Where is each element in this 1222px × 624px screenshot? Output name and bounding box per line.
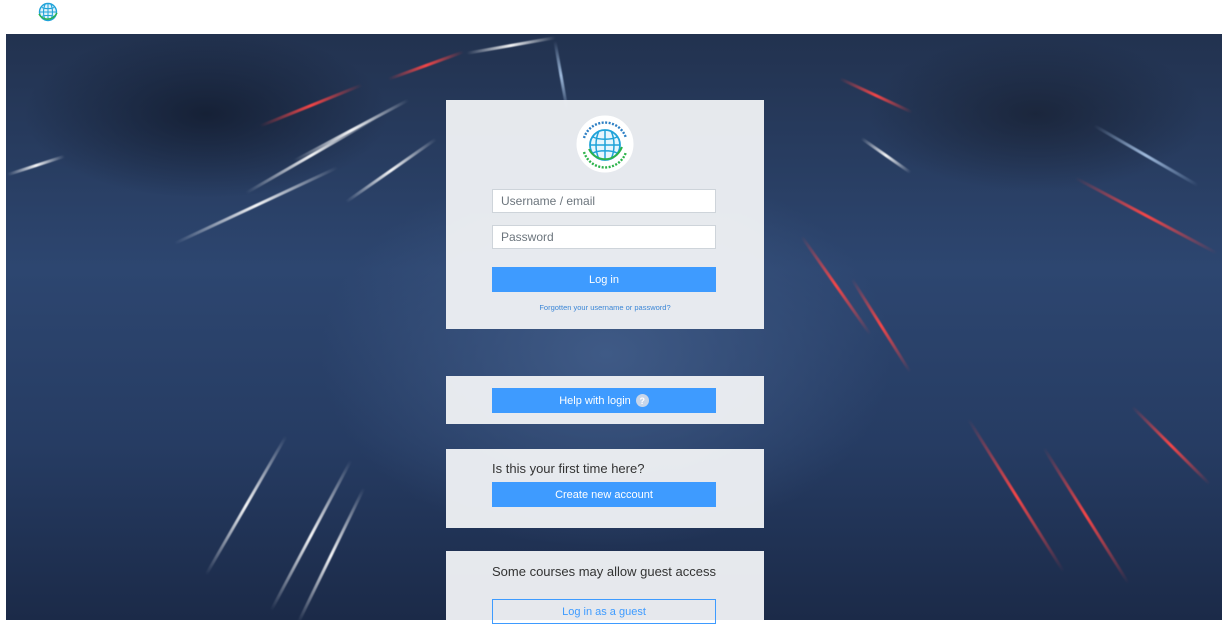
help-button-label: Help with login bbox=[559, 394, 631, 407]
question-icon: ? bbox=[635, 394, 649, 407]
top-bar bbox=[0, 0, 1222, 34]
username-input[interactable] bbox=[492, 189, 716, 213]
first-time-heading: Is this your first time here? bbox=[492, 461, 645, 476]
guest-access-text: Some courses may allow guest access bbox=[492, 564, 716, 579]
login-panel: Log in Forgotten your username or passwo… bbox=[446, 100, 764, 329]
password-input[interactable] bbox=[492, 225, 716, 249]
help-with-login-button[interactable]: Help with login ? bbox=[492, 388, 716, 413]
signup-panel: Is this your first time here? Create new… bbox=[446, 449, 764, 528]
create-account-button[interactable]: Create new account bbox=[492, 482, 716, 507]
globe-icon bbox=[576, 115, 634, 173]
guest-login-button[interactable]: Log in as a guest bbox=[492, 599, 716, 624]
forgot-password-link[interactable]: Forgotten your username or password? bbox=[446, 303, 764, 312]
login-button[interactable]: Log in bbox=[492, 267, 716, 292]
globe-icon[interactable] bbox=[36, 0, 60, 24]
guest-panel: Some courses may allow guest access Log … bbox=[446, 551, 764, 624]
help-panel: Help with login ? bbox=[446, 376, 764, 424]
